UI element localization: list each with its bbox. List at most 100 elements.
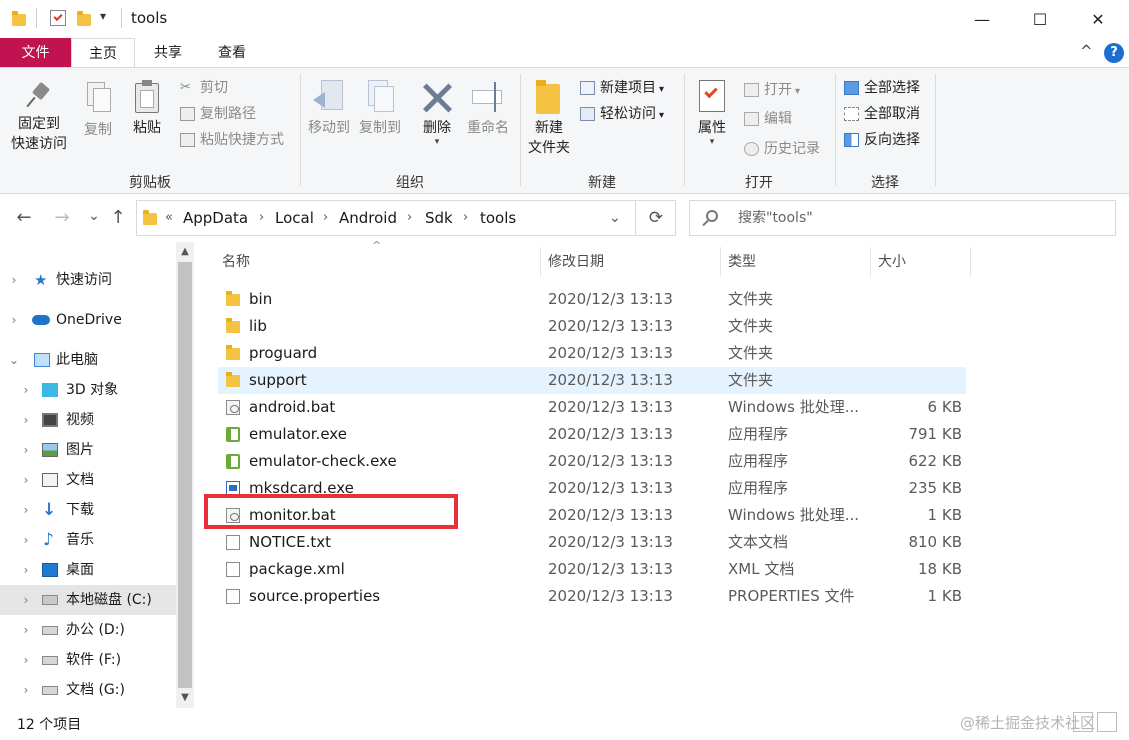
breadcrumb-separator[interactable]: › [259,201,264,235]
table-row[interactable]: lib 2020/12/3 13:13 文件夹 [218,313,966,340]
breadcrumb-overflow[interactable]: « [165,201,173,235]
properties-icon[interactable] [50,10,66,26]
back-button[interactable]: ← [12,206,36,230]
address-dropdown-icon[interactable]: ⌄ [609,201,621,235]
open-button[interactable]: 打开 ▾ [742,79,800,101]
table-row[interactable]: proguard 2020/12/3 13:13 文件夹 [218,340,966,367]
history-button[interactable]: 历史记录 [742,138,820,160]
paste-shortcut-button[interactable]: 粘贴快捷方式 [178,129,284,151]
scroll-up-icon[interactable]: ▲ [178,246,192,257]
table-row[interactable]: support 2020/12/3 13:13 文件夹 [218,367,966,394]
chevron-right-icon[interactable]: › [8,265,20,295]
breadcrumb-item[interactable]: Android [339,201,397,235]
recent-locations-button[interactable]: ⌄ [82,204,106,228]
properties-button[interactable]: 属性 ▾ [690,80,734,147]
tree-item-drive-f[interactable]: › 软件 (F:) [0,645,176,675]
up-button[interactable]: ↑ [106,206,130,230]
table-row[interactable]: source.properties 2020/12/3 13:13 PROPERTI… [218,583,966,610]
select-all-button[interactable]: 全部选择 [842,77,920,99]
tree-item-this-pc[interactable]: ⌄ 此电脑 [0,345,176,375]
easy-access-button[interactable]: 轻松访问 ▾ [578,103,664,125]
scroll-down-icon[interactable]: ▼ [178,692,192,703]
close-button[interactable]: ✕ [1069,0,1127,38]
minimize-button[interactable]: — [953,0,1011,38]
table-row[interactable]: emulator.exe 2020/12/3 13:13 应用程序 791 KB [218,421,966,448]
table-row[interactable]: package.xml 2020/12/3 13:13 XML 文档 18 KB [218,556,966,583]
table-row[interactable]: bin 2020/12/3 13:13 文件夹 [218,286,966,313]
chevron-right-icon[interactable]: › [20,465,32,495]
forward-button[interactable]: → [50,206,74,230]
scrollbar-thumb[interactable] [178,262,192,688]
breadcrumb-item[interactable]: Local [275,201,314,235]
table-row[interactable]: NOTICE.txt 2020/12/3 13:13 文本文档 810 KB [218,529,966,556]
collapse-ribbon-icon[interactable]: ^ [1080,42,1093,60]
tree-item-quick-access[interactable]: › ★ 快速访问 [0,265,176,295]
paste-button[interactable]: 粘贴 [126,80,168,138]
chevron-right-icon[interactable]: › [20,495,32,525]
quick-access-dropdown-icon[interactable]: ▾ [100,9,106,23]
tree-item-downloads[interactable]: › ↓ 下载 [0,495,176,525]
chevron-right-icon[interactable]: › [20,645,32,675]
divider[interactable] [970,247,971,277]
divider[interactable] [540,247,541,277]
tree-item-drive-d[interactable]: › 办公 (D:) [0,615,176,645]
breadcrumb-separator[interactable]: › [407,201,412,235]
new-folder-icon[interactable] [77,11,91,26]
chevron-right-icon[interactable]: › [20,435,32,465]
chevron-right-icon[interactable]: › [20,555,32,585]
move-to-button[interactable]: 移动到 [304,80,354,138]
tree-item-documents[interactable]: › 文档 [0,465,176,495]
invert-selection-button[interactable]: 反向选择 [842,129,920,151]
table-row[interactable]: android.bat 2020/12/3 13:13 Windows 批处理...… [218,394,966,421]
copy-to-button[interactable]: 复制到 [354,80,406,138]
select-none-button[interactable]: 全部取消 [842,103,920,125]
breadcrumb-item[interactable]: AppData [183,201,248,235]
table-row[interactable]: emulator-check.exe 2020/12/3 13:13 应用程序 622… [218,448,966,475]
large-icons-view-icon[interactable] [1097,712,1117,732]
search-input[interactable]: 搜索"tools" [689,200,1116,236]
delete-button[interactable]: 删除 ▾ [416,80,458,147]
help-icon[interactable]: ? [1104,43,1124,63]
rename-button[interactable]: 重命名 [462,80,514,138]
tree-item-onedrive[interactable]: › OneDrive [0,305,176,335]
column-header-name[interactable]: 名称 [216,247,540,277]
chevron-right-icon[interactable]: › [8,305,20,335]
column-header-type[interactable]: 类型 [722,247,870,277]
pin-to-quick-access-button[interactable]: 固定到 快速访问 [6,81,72,154]
tab-view[interactable]: 查看 [200,38,264,68]
tree-item-drive-c[interactable]: › 本地磁盘 (C:) [0,585,176,615]
copy-button[interactable]: 复制 [78,82,118,140]
edit-button[interactable]: 编辑 [742,108,792,130]
chevron-right-icon[interactable]: › [20,375,32,405]
cut-button[interactable]: ✂ 剪切 [178,77,228,99]
tree-item-pictures[interactable]: › 图片 [0,435,176,465]
refresh-button[interactable]: ⟳ [636,200,676,236]
chevron-right-icon[interactable]: › [20,405,32,435]
breadcrumb-separator[interactable]: › [463,201,468,235]
chevron-down-icon[interactable]: ⌄ [8,345,20,375]
address-bar[interactable]: « AppData › Local › Android › Sdk › tool… [136,200,636,236]
new-item-button[interactable]: 新建项目 ▾ [578,77,664,99]
divider[interactable] [720,247,721,277]
tab-home[interactable]: 主页 [71,38,135,68]
copy-path-button[interactable]: 复制路径 [178,103,256,125]
tab-file[interactable]: 文件 [0,38,71,68]
breadcrumb-item[interactable]: tools [480,201,516,235]
chevron-right-icon[interactable]: › [20,615,32,645]
details-view-icon[interactable] [1073,712,1093,732]
tab-share[interactable]: 共享 [136,38,200,68]
tree-item-music[interactable]: › ♪ 音乐 [0,525,176,555]
chevron-right-icon[interactable]: › [20,675,32,705]
column-header-date[interactable]: 修改日期 [542,247,720,277]
breadcrumb-separator[interactable]: › [323,201,328,235]
tree-item-drive-g[interactable]: › 文档 (G:) [0,675,176,705]
chevron-right-icon[interactable]: › [20,525,32,555]
tree-item-videos[interactable]: › 视频 [0,405,176,435]
chevron-right-icon[interactable]: › [20,585,32,615]
divider[interactable] [870,247,871,277]
new-folder-button[interactable]: 新建 文件夹 [524,80,574,158]
breadcrumb-item[interactable]: Sdk [425,201,453,235]
tree-item-3d-objects[interactable]: › 3D 对象 [0,375,176,405]
maximize-button[interactable]: ☐ [1011,0,1069,38]
column-header-size[interactable]: 大小 [872,247,970,277]
